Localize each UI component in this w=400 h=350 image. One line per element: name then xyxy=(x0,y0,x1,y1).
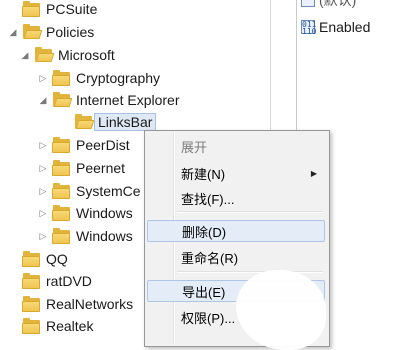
menu-item-label: 新建(N) xyxy=(181,166,226,182)
folder-icon xyxy=(22,1,41,17)
tree-node[interactable]: RealNetworks xyxy=(8,293,133,315)
menu-item[interactable]: 展开 xyxy=(147,135,325,157)
menu-item[interactable]: 重命名(R) xyxy=(147,246,325,268)
tree-node[interactable]: ▷ PeerDist xyxy=(38,134,130,156)
no-arrow-spacer xyxy=(8,248,18,270)
folder-icon xyxy=(22,296,41,312)
value-row-enabled[interactable]: 011 110 Enabled xyxy=(301,17,370,37)
tree-node-label: QQ xyxy=(46,251,68,267)
no-arrow-spacer xyxy=(60,111,70,133)
folder-icon xyxy=(52,70,71,86)
tree-node[interactable]: ◢ Internet Explorer xyxy=(38,89,180,111)
no-arrow-spacer xyxy=(8,0,18,20)
menu-item-label: 重命名(R) xyxy=(181,250,239,266)
folder-icon xyxy=(52,205,71,221)
value-row-default[interactable]: ab (默认) xyxy=(301,0,356,10)
menu-item-label: 删除(D) xyxy=(182,224,227,240)
collapsed-arrow-icon[interactable]: ▷ xyxy=(38,180,48,202)
tree-node[interactable]: Realtek xyxy=(8,315,93,337)
menu-item[interactable]: 新建(N) ▶ xyxy=(147,162,325,184)
value-name-default: (默认) xyxy=(319,0,357,8)
tree-node-label: Realtek xyxy=(46,318,94,334)
tree-node[interactable]: ▷ Peernet xyxy=(38,157,125,179)
tree-node[interactable]: ◢ Microsoft xyxy=(20,44,115,66)
folder-icon xyxy=(52,137,71,153)
tree-node-label: Windows xyxy=(76,228,133,244)
tree-node-label: Policies xyxy=(46,24,95,40)
tree-node[interactable]: QQ xyxy=(8,248,68,270)
tree-node-label: Cryptography xyxy=(76,70,161,86)
tree-node-label: Microsoft xyxy=(58,47,115,63)
no-arrow-spacer xyxy=(8,315,18,337)
open-folder-icon xyxy=(22,24,43,40)
no-arrow-spacer xyxy=(8,293,18,315)
dword-value-icon: 011 110 xyxy=(301,20,317,36)
collapsed-arrow-icon[interactable]: ▷ xyxy=(38,67,48,89)
expanded-arrow-icon[interactable]: ◢ xyxy=(8,21,18,43)
tree-node-label: Internet Explorer xyxy=(76,92,180,108)
submenu-arrow-icon: ▶ xyxy=(310,168,317,178)
tree-node[interactable]: ▷ Cryptography xyxy=(38,67,160,89)
tree-node[interactable]: ▷ Windows xyxy=(38,202,133,224)
tree-node-label: LinksBar xyxy=(94,113,157,131)
value-name-enabled: Enabled xyxy=(319,19,371,35)
tree-node[interactable]: PCSuite xyxy=(8,0,97,20)
menu-item-label: 查找(F)... xyxy=(181,191,235,207)
tree-node-label: ratDVD xyxy=(46,273,92,289)
menu-item[interactable]: 查找(F)... xyxy=(147,187,325,209)
menu-item-label: 展开 xyxy=(181,139,208,155)
folder-icon xyxy=(22,251,41,267)
expanded-arrow-icon[interactable]: ◢ xyxy=(38,89,48,111)
tree-node-label: Windows xyxy=(76,205,133,221)
menu-item-label: 导出(E) xyxy=(182,284,226,300)
string-value-icon: ab xyxy=(301,0,315,7)
folder-icon xyxy=(52,160,71,176)
menu-item-label: 权限(P)... xyxy=(181,310,236,326)
no-arrow-spacer xyxy=(8,270,18,292)
open-folder-icon xyxy=(52,92,73,108)
tree-node-label: SystemCe xyxy=(76,183,141,199)
folder-icon xyxy=(22,318,41,334)
folder-icon xyxy=(22,273,41,289)
collapsed-arrow-icon[interactable]: ▷ xyxy=(38,134,48,156)
tree-node[interactable]: ▷ Windows xyxy=(38,225,133,247)
menu-separator xyxy=(177,271,323,273)
collapsed-arrow-icon[interactable]: ▷ xyxy=(38,225,48,247)
menu-separator xyxy=(177,211,323,213)
open-folder-icon xyxy=(34,47,55,63)
tree-node-label: PCSuite xyxy=(46,1,98,17)
menu-item[interactable]: 删除(D) xyxy=(147,220,325,242)
tree-node-label: Peernet xyxy=(76,160,126,176)
expanded-arrow-icon[interactable]: ◢ xyxy=(20,44,30,66)
tree-node-label: RealNetworks xyxy=(46,296,134,312)
tree-node[interactable]: ▷ SystemCe xyxy=(38,180,141,202)
tree-node[interactable]: ratDVD xyxy=(8,270,92,292)
collapsed-arrow-icon[interactable]: ▷ xyxy=(38,157,48,179)
tree-node[interactable]: ◢ Policies xyxy=(8,21,94,43)
tree-node[interactable]: LinksBar xyxy=(60,111,157,133)
folder-icon xyxy=(52,183,71,199)
folder-icon xyxy=(52,228,71,244)
open-folder-icon xyxy=(74,114,95,130)
collapsed-arrow-icon[interactable]: ▷ xyxy=(38,202,48,224)
tree-node-label: PeerDist xyxy=(76,137,130,153)
